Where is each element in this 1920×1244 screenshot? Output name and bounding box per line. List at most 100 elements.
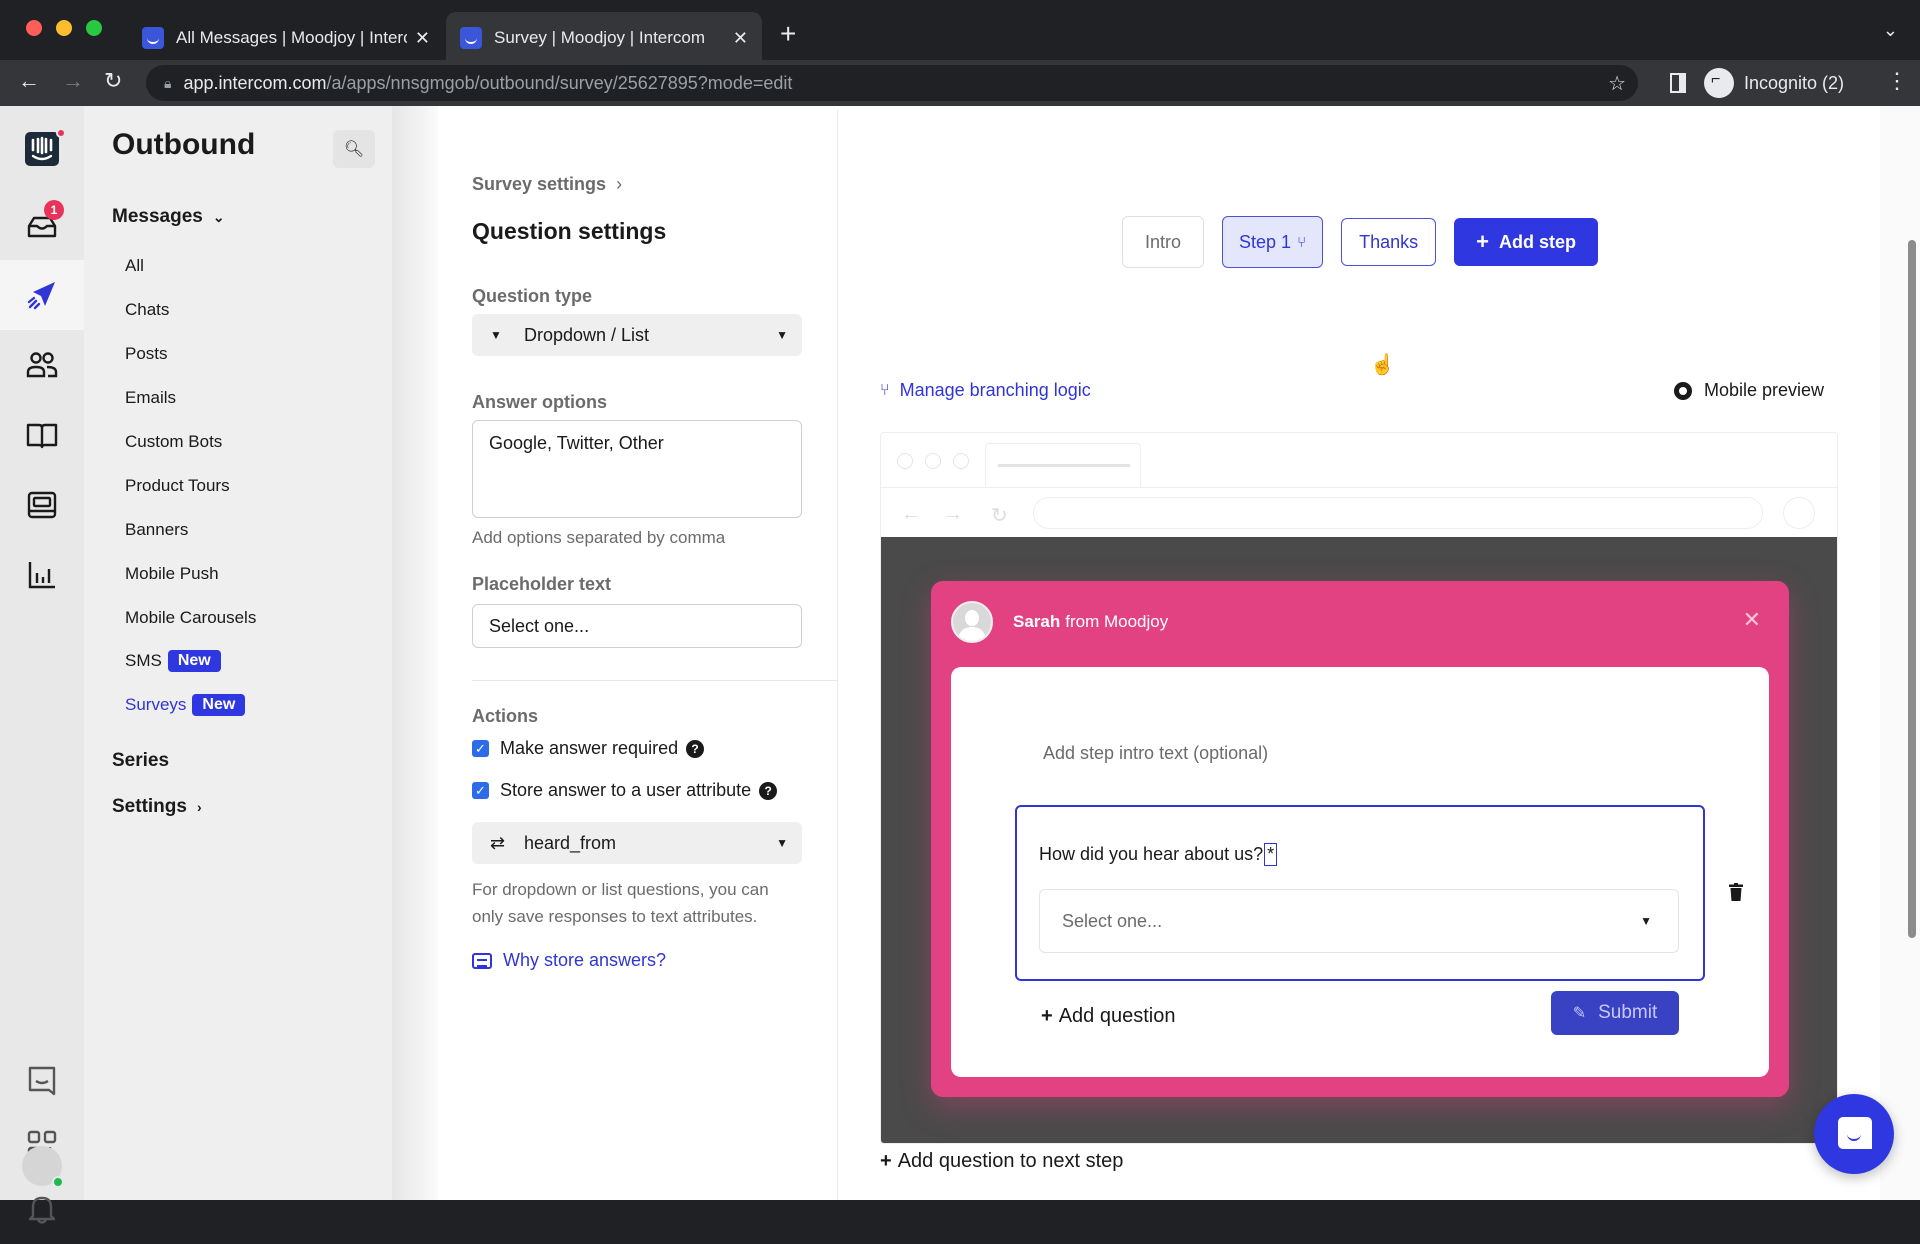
subnav-item-label: Emails [125,388,177,407]
subnav-item-sms[interactable]: SMS New [125,650,221,672]
section-divider [472,680,838,681]
subnav-item-mobile-push[interactable]: Mobile Push [125,564,219,584]
minimize-window-button[interactable] [56,20,72,36]
new-badge: New [167,650,221,672]
tab-search-chevron-icon[interactable]: ⌄ [1883,20,1898,41]
incognito-icon [1704,68,1734,98]
subnav-item-all[interactable]: All [125,256,144,276]
panel-shadow [392,106,438,1200]
subnav-title: Outbound [112,128,256,161]
add-step-button[interactable]: + Add step [1454,218,1598,266]
close-tab-icon[interactable]: ✕ [415,28,430,49]
sender-name: Sarah [1013,612,1061,631]
step-tab-intro[interactable]: Intro [1122,216,1205,268]
mobile-preview-label: Mobile preview [1704,380,1825,400]
survey-sender: Sarah from Moodjoy [951,601,1168,643]
subnav-item-chats[interactable]: Chats [125,300,169,320]
series-link[interactable]: Series [112,750,169,772]
step-intro-text-input[interactable]: Add step intro text (optional) [1043,743,1268,764]
rail-messenger[interactable] [0,1046,84,1116]
subnav-item-surveys[interactable]: Surveys New [125,694,246,716]
manage-branching-logic-link[interactable]: ⑂ Manage branching logic [880,380,1091,401]
messages-section-toggle[interactable]: Messages ⌄ [112,206,225,228]
close-icon[interactable]: ✕ [1743,607,1761,633]
submit-button[interactable]: ✎ Submit [1551,991,1679,1035]
maximize-window-button[interactable] [86,20,102,36]
settings-link[interactable]: Settings › [112,796,202,818]
messenger-icon [28,1066,56,1096]
subnav-item-emails[interactable]: Emails [125,388,176,408]
browser-tab-survey[interactable]: Survey | Moodjoy | Intercom ✕ [446,12,762,64]
step-tab-thanks[interactable]: Thanks [1341,218,1437,266]
bookmark-star-icon[interactable]: ☆ [1608,71,1626,96]
trash-icon[interactable] [1729,883,1743,901]
step-tabs: Intro Step 1 ⑂ Thanks + Add step [1122,216,1598,268]
rail-reports[interactable] [0,470,84,540]
url-input[interactable]: 🔒︎ app.intercom.com /a/apps/nnsgmgob/out… [146,65,1638,101]
incognito-profile-button[interactable]: Incognito (2) [1704,66,1844,100]
question-block[interactable]: How did you hear about us? * Select one..… [1015,805,1705,981]
subnav-item-product-tours[interactable]: Product Tours [125,476,230,496]
placeholder-text-input[interactable]: Select one... [472,604,802,648]
make-required-checkbox[interactable]: ✓ [472,740,489,757]
subnav-item-banners[interactable]: Banners [125,520,188,540]
answer-options-label: Answer options [472,392,608,412]
why-store-answers-link[interactable]: Why store answers? [472,950,666,971]
search-button[interactable]: 🔍︎ [333,130,375,168]
user-attribute-select[interactable]: ⇄ heard_from ▼ [472,822,802,864]
search-icon: 🔍︎ [343,141,365,158]
subnav-item-posts[interactable]: Posts [125,344,168,364]
question-type-select[interactable]: ▼ Dropdown / List ▼ [472,314,802,356]
subnav-item-label: Product Tours [125,476,230,495]
new-tab-button[interactable]: + [780,18,796,50]
intercom-app: 1 Outbound 🔍︎ Messages ⌄ All Chats Posts… [0,106,1920,1224]
sender-org: from Moodjoy [1065,612,1169,631]
help-icon[interactable]: ? [759,781,778,800]
pencil-icon: ✎ [1572,1005,1587,1022]
side-panel-icon[interactable] [1670,73,1686,93]
profile-label: Incognito (2) [1744,72,1845,93]
required-marker: * [1264,843,1278,866]
add-question-button[interactable]: + Add question [1041,1005,1175,1028]
user-avatar[interactable] [22,1146,64,1188]
answer-options-textarea[interactable]: Google, Twitter, Other [472,420,802,518]
intercom-logo[interactable] [0,114,84,184]
browser-menu-icon[interactable]: ⋮ [1886,68,1908,94]
reload-icon[interactable]: ↻ [104,68,122,94]
back-icon[interactable]: ← [18,68,40,94]
caret-down-icon: ▼ [776,328,788,342]
intercom-favicon-icon [142,27,164,49]
step-tab-step-1[interactable]: Step 1 ⑂ [1222,216,1324,268]
series-label: Series [112,750,170,771]
subnav-item-custom-bots[interactable]: Custom Bots [125,432,222,452]
question-text-input[interactable]: How did you hear about us? * [1039,843,1278,866]
browser-tab-all-messages[interactable]: All Messages | Moodjoy | Intercom ✕ [128,12,444,64]
make-required-row: ✓ Make answer required ? [472,738,705,759]
intercom-messenger-launcher[interactable] [1814,1094,1894,1174]
scrollbar-thumb[interactable] [1908,240,1916,938]
knowledge-icon [27,491,57,519]
close-tab-icon[interactable]: ✕ [733,28,748,49]
rail-analytics[interactable] [0,540,84,610]
rail-inbox[interactable]: 1 [0,190,84,260]
chevron-right-icon: › [616,174,623,194]
book-icon [26,423,58,449]
rail-contacts[interactable] [0,330,84,400]
close-window-button[interactable] [26,20,42,36]
mobile-preview-toggle[interactable]: Mobile preview [1674,380,1880,401]
question-answer-select[interactable]: Select one... ▼ [1039,889,1679,953]
subnav-item-mobile-carousels[interactable]: Mobile Carousels [125,608,256,628]
preview-tab [985,443,1141,488]
store-answer-checkbox[interactable]: ✓ [472,782,489,799]
help-icon[interactable]: ? [686,739,705,758]
survey-widget: Sarah from Moodjoy ✕ Add step intro text… [931,581,1789,1097]
contacts-icon [26,352,58,378]
add-question-next-step-button[interactable]: + Add question to next step [880,1150,1123,1173]
survey-settings-breadcrumb[interactable]: Survey settings › [472,174,622,195]
browser-tab-bar: All Messages | Moodjoy | Intercom ✕ Surv… [0,0,1920,64]
rail-articles[interactable] [0,400,84,470]
new-badge: New [192,694,246,716]
inbox-badge: 1 [44,200,64,220]
forward-icon[interactable]: → [62,68,84,94]
rail-outbound[interactable] [0,260,84,330]
